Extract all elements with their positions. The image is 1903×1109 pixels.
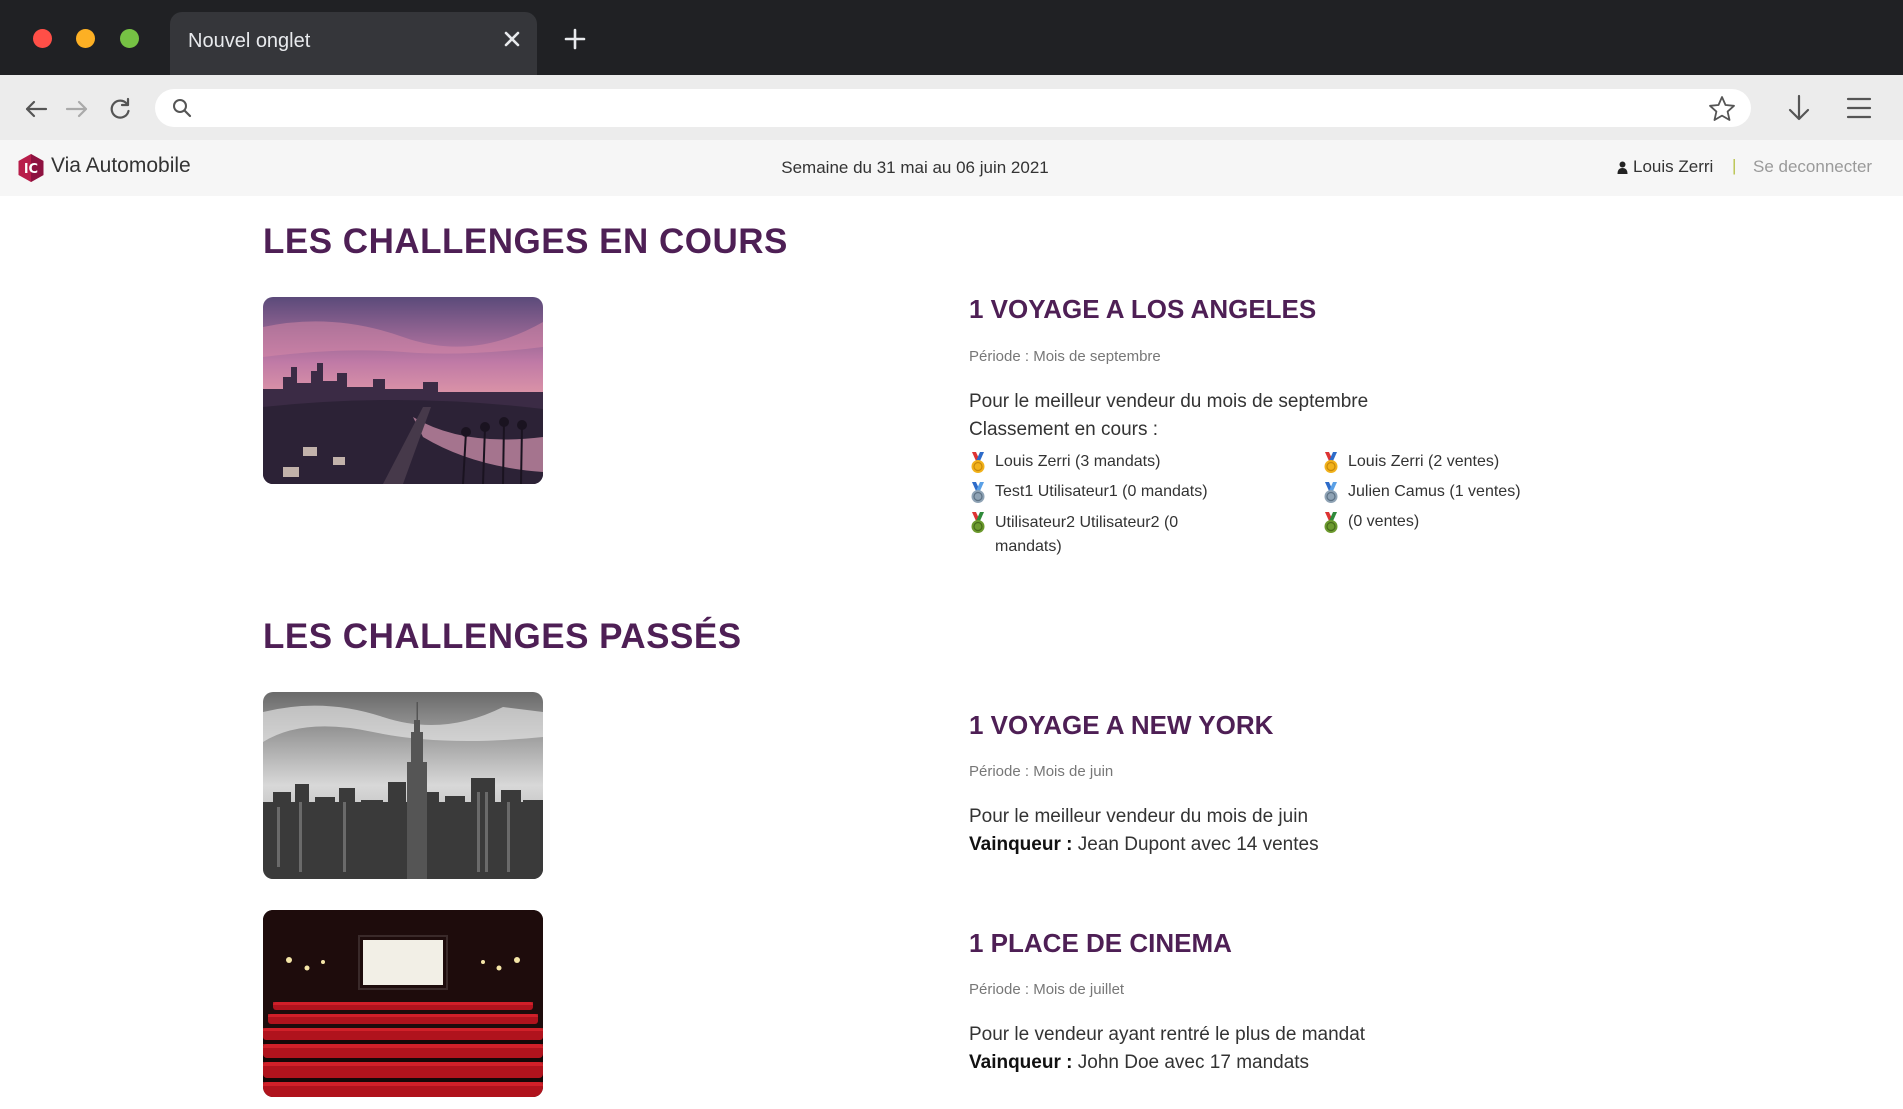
challenge-winner: Vainqueur : John Doe avec 17 mandats [969, 1049, 1365, 1077]
gold-medal-icon [971, 452, 985, 473]
new-tab-plus-icon[interactable] [564, 28, 586, 50]
ranking-item: Louis Zerri (2 ventes) [1322, 451, 1622, 481]
challenge-description-text: Pour le meilleur vendeur du mois de juin [969, 806, 1309, 827]
reload-icon[interactable] [106, 95, 134, 123]
challenge-description-text: Pour le vendeur ayant rentré le plus de … [969, 1024, 1366, 1045]
bronze-medal-icon [971, 512, 985, 533]
ranking-item: Test1 Utilisateur1 (0 mandats) [969, 481, 1239, 511]
ranking-text: (0 ventes) [1348, 513, 1420, 530]
ranking-text: Test1 Utilisateur1 (0 mandats) [995, 483, 1208, 500]
logout-link[interactable]: Se deconnecter [1753, 157, 1872, 177]
site-header: lC Via Automobile Semaine du 31 mai au 0… [0, 140, 1903, 196]
bookmark-star-icon[interactable] [1707, 94, 1737, 124]
bronze-medal-icon [1324, 512, 1338, 533]
maximize-window-button[interactable] [120, 29, 139, 48]
challenge-period: Période : Mois de septembre [969, 348, 1161, 365]
ranking-item: Julien Camus (1 ventes) [1322, 481, 1622, 511]
ranking-ventes-list: Louis Zerri (2 ventes) Julien Camus (1 v… [1322, 451, 1622, 541]
ranking-item: (0 ventes) [1322, 511, 1622, 541]
ranking-text: Louis Zerri (2 ventes) [1348, 453, 1500, 470]
challenge-title: 1 VOYAGE A NEW YORK [969, 710, 1274, 740]
search-icon [173, 99, 192, 118]
download-icon[interactable] [1784, 92, 1814, 124]
cinema-image [263, 910, 543, 1097]
ranking-text: Utilisateur2 Utilisateur2 (0 mandats) [995, 514, 1179, 555]
past-challenges-title: LES CHALLENGES PASSÉS [263, 617, 742, 656]
week-label: Semaine du 31 mai au 06 juin 2021 [781, 158, 1049, 177]
challenge-description-text: Pour le meilleur vendeur du mois de sept… [969, 391, 1369, 412]
current-challenges-title: LES CHALLENGES EN COURS [263, 222, 788, 261]
challenge-title: 1 PLACE DE CINEMA [969, 928, 1232, 958]
back-arrow-icon[interactable] [22, 95, 50, 123]
tab-title: Nouvel onglet [188, 30, 311, 52]
los-angeles-image [263, 297, 543, 484]
challenge-description: Pour le vendeur ayant rentré le plus de … [969, 1021, 1365, 1077]
close-icon[interactable] [501, 28, 523, 50]
winner-label: Vainqueur : [969, 834, 1073, 855]
header-separator: | [1732, 156, 1737, 175]
ranking-text: Louis Zerri (3 mandats) [995, 453, 1161, 470]
forward-arrow-icon[interactable] [63, 95, 91, 123]
ranking-text: Julien Camus (1 ventes) [1348, 483, 1521, 500]
ranking-item: Utilisateur2 Utilisateur2 (0 mandats) [969, 511, 1239, 559]
winner-text: John Doe avec 17 mandats [1077, 1052, 1310, 1073]
minimize-window-button[interactable] [76, 29, 95, 48]
gold-medal-icon [1324, 452, 1338, 473]
challenge-description: Pour le meilleur vendeur du mois de sept… [969, 388, 1368, 444]
browser-tab[interactable]: Nouvel onglet [170, 12, 537, 75]
winner-label: Vainqueur : [969, 1052, 1073, 1073]
ranking-label: Classement en cours : [969, 419, 1159, 440]
winner-text: Jean Dupont avec 14 ventes [1077, 834, 1319, 855]
ranking-item: Louis Zerri (3 mandats) [969, 451, 1239, 481]
user-name: Louis Zerri [1633, 157, 1714, 176]
browser-titlebar: Nouvel onglet [0, 0, 1903, 75]
silver-medal-icon [1324, 482, 1338, 503]
challenge-title: 1 VOYAGE A LOS ANGELES [969, 294, 1317, 324]
challenge-period: Période : Mois de juillet [969, 981, 1125, 998]
challenge-description: Pour le meilleur vendeur du mois de juin… [969, 803, 1319, 859]
browser-toolbar [0, 75, 1903, 140]
address-bar[interactable] [155, 89, 1751, 127]
silver-medal-icon [971, 482, 985, 503]
ranking-mandats-list: Louis Zerri (3 mandats) Test1 Utilisateu… [969, 451, 1239, 559]
menu-icon[interactable] [1844, 92, 1874, 124]
new-york-image [263, 692, 543, 879]
close-window-button[interactable] [33, 29, 52, 48]
user-icon [1617, 161, 1628, 174]
current-user[interactable]: Louis Zerri [1617, 157, 1713, 177]
address-input[interactable] [207, 95, 1671, 123]
challenge-winner: Vainqueur : Jean Dupont avec 14 ventes [969, 831, 1319, 859]
challenge-period: Période : Mois de juin [969, 763, 1114, 780]
